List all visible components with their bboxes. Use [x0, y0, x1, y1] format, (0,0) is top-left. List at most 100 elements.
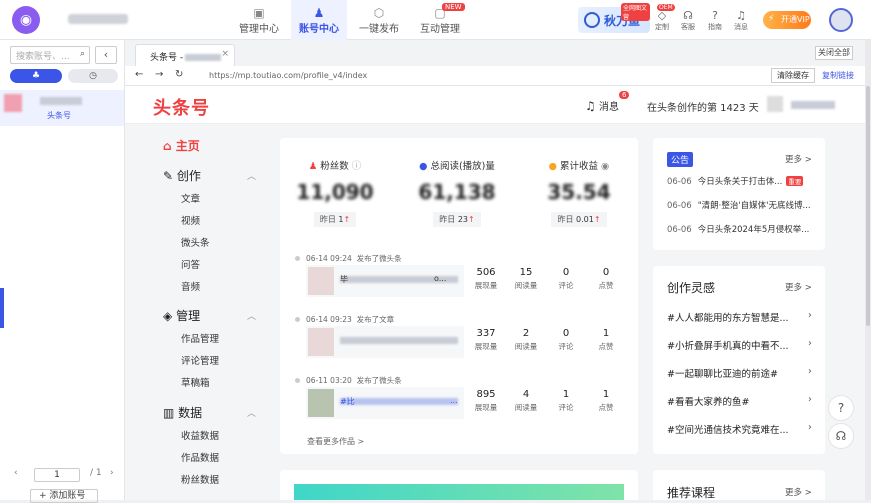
add-account-button[interactable]: + 添加账号 [30, 489, 98, 503]
feed-thumbnail [308, 267, 334, 295]
feed-content[interactable]: #比... [306, 387, 464, 419]
history-tab[interactable]: ◷ [68, 69, 118, 83]
next-page-icon[interactable]: › [110, 468, 114, 478]
inspiration-item[interactable]: #一起聊聊比亚迪的前途# › [667, 366, 817, 380]
more-works-link[interactable]: 查看更多作品 > [307, 436, 364, 447]
menu-item-fans-data[interactable]: 粉丝数据 [181, 472, 219, 486]
refresh-icon[interactable]: ↻ [175, 69, 183, 80]
account-search-input[interactable]: 搜索账号、... ⌕ [10, 46, 90, 64]
notice-item[interactable]: 06-06 今日头条关于打击体... 重要 [667, 175, 804, 187]
message-button[interactable]: ♫ 消息 [731, 10, 751, 32]
custom-button[interactable]: ◇ 定制 [652, 10, 672, 32]
scrollbar-thumb[interactable] [866, 86, 870, 326]
vip-button[interactable]: ⚡ 开通VIP [763, 11, 811, 29]
forward-icon[interactable]: → [155, 69, 163, 80]
feed-item[interactable]: 06-14 09:23 发布了文章 337 展现量 2 阅读量 0 评论 1 点赞 [295, 314, 628, 370]
tab-toutiao[interactable]: 头条号 - × [135, 44, 235, 66]
menu-item-weitoutiao[interactable]: 微头条 [181, 235, 210, 249]
promo-banner[interactable] [294, 484, 624, 500]
menu-section-create[interactable]: ✎ 创作 ︿ [163, 167, 256, 184]
top-bar: ◉ ▣ 管理中心 ♟ 账号中心 ⬡ 一键发布 ▢ 互动管理 NEW 秋刀鱼 全网图文营 … [0, 0, 871, 40]
menu-item-works-data[interactable]: 作品数据 [181, 450, 219, 464]
app-name-blurred [68, 14, 128, 24]
account-item[interactable]: 头条号 [0, 90, 124, 126]
inspiration-item[interactable]: #看看大家养的鱼# › [667, 394, 817, 408]
menu-home[interactable]: ⌂ 主页 [163, 137, 200, 154]
help-float-button[interactable]: ? [828, 395, 854, 421]
toutiao-message[interactable]: ♫ 消息 6 [585, 91, 630, 113]
courses-more-link[interactable]: 更多 > [785, 486, 812, 498]
nav-manage-center[interactable]: ▣ 管理中心 [230, 0, 288, 40]
notice-more-link[interactable]: 更多 > [785, 153, 812, 165]
feed-title-tail: ... [450, 396, 458, 405]
toutiao-page: 头条号 ♫ 消息 6 在头条创作的第 1423 天 ⌂ 主页 ✎ 创作 ︿ 文章 视… [125, 86, 865, 500]
inspiration-item[interactable]: #空间光通信技术究竟难在... › [667, 422, 817, 436]
chevron-up-icon: ︿ [247, 172, 257, 182]
menu-item-article[interactable]: 文章 [181, 191, 200, 205]
metric-likes: 1 点赞 [598, 328, 614, 351]
service-button[interactable]: ☊ 客服 [678, 10, 698, 32]
metric-comments: 1 评论 [558, 389, 574, 412]
coin-icon: ● [548, 161, 557, 172]
clear-cache-button[interactable]: 清除缓存 [771, 68, 815, 83]
feed-item[interactable]: 06-11 03:20 发布了微头条 #比... 895 展现量 4 阅读量 1 评论… [295, 375, 628, 431]
toutiao-logo[interactable]: 头条号 [153, 94, 210, 120]
page-total: / 1 [90, 468, 102, 478]
metric-comments: 0 评论 [558, 328, 574, 351]
metric-views: 895 展现量 [474, 389, 498, 412]
back-icon[interactable]: ← [135, 69, 143, 80]
guide-button[interactable]: ? 指南 [705, 10, 725, 32]
feed-content[interactable] [306, 326, 464, 358]
publish-icon: ⬡ [373, 6, 385, 20]
prev-page-icon[interactable]: ‹ [14, 468, 18, 478]
search-icon[interactable]: ⌕ [80, 49, 85, 59]
account-group-tab[interactable]: ♣ [10, 69, 62, 83]
info-icon: ⓘ [351, 161, 362, 172]
feed-item[interactable]: 06-14 09:24 发布了微头条 毕 o... 506 展现量 15 阅读量 0评… [295, 253, 628, 309]
stat-reads[interactable]: ● 总阅读(播放)量 61,138 昨日 23↑ [402, 158, 512, 227]
toutiao-avatar[interactable] [767, 96, 783, 112]
page-input[interactable]: 1 [34, 468, 80, 482]
feed-content[interactable]: 毕 o... [306, 265, 464, 297]
reads-count: 61,138 [418, 180, 496, 204]
qiuyu-button[interactable]: 秋刀鱼 全网图文营 [578, 3, 650, 33]
eye-toggle-icon[interactable]: ◉ [601, 161, 609, 172]
menu-item-video[interactable]: 视频 [181, 213, 200, 227]
courses-card: 推荐课程 更多 > [653, 470, 825, 500]
menu-section-data[interactable]: ▥ 数据 ︿ [163, 404, 256, 421]
page-scrollbar[interactable] [865, 40, 871, 500]
menu-item-works[interactable]: 作品管理 [181, 331, 219, 345]
inspiration-item[interactable]: #人人都能用的东方智慧是... › [667, 310, 817, 324]
menu-item-drafts[interactable]: 草稿箱 [181, 375, 210, 389]
inspiration-title: 创作灵感 [667, 281, 716, 295]
menu-item-audio[interactable]: 音频 [181, 279, 200, 293]
menu-item-qa[interactable]: 问答 [181, 257, 200, 271]
notice-item[interactable]: 06-06 "清朗·整治'自媒体'无底线博... [667, 199, 811, 211]
stat-revenue[interactable]: ● 累计收益 ◉ 35.54 昨日 0.01↑ [524, 158, 634, 227]
menu-item-revenue-data[interactable]: 收益数据 [181, 428, 219, 442]
app-logo[interactable]: ◉ [12, 6, 40, 34]
important-tag: 重要 [786, 176, 804, 186]
account-name-blurred [40, 97, 82, 105]
close-tab-icon[interactable]: × [221, 49, 229, 59]
menu-section-manage[interactable]: ◈ 管理 ︿ [163, 307, 256, 324]
support-float-button[interactable]: ☊ [828, 423, 854, 449]
nav-account-center[interactable]: ♟ 账号中心 [291, 0, 347, 40]
close-all-button[interactable]: 关闭全部 [815, 46, 853, 60]
feed-title: #比 [340, 397, 355, 406]
inspiration-item[interactable]: #小折叠屏手机真的中看不... › [667, 338, 817, 352]
overview-card: ♟ 粉丝数 ⓘ 11,090 昨日 1↑ ● 总阅读(播放)量 61,138 昨… [280, 138, 638, 454]
feed-time: 06-14 09:23 发布了文章 [306, 315, 395, 324]
toutiao-username-blurred [791, 101, 835, 109]
inspiration-more-link[interactable]: 更多 > [785, 281, 812, 293]
menu-item-comments[interactable]: 评论管理 [181, 353, 219, 367]
notice-item[interactable]: 06-06 今日头条2024年5月侵权举... [667, 223, 809, 235]
metric-comments: 0 评论 [558, 267, 574, 290]
nav-one-click-publish[interactable]: ⬡ 一键发布 [350, 0, 408, 40]
collapse-panel-button[interactable]: ‹ [95, 46, 117, 64]
stat-fans[interactable]: ♟ 粉丝数 ⓘ 11,090 昨日 1↑ [280, 158, 390, 227]
user-avatar[interactable] [829, 8, 853, 32]
copy-link-button[interactable]: 复制链接 [822, 70, 854, 81]
home-icon: ⌂ [163, 139, 172, 153]
url-text[interactable]: https://mp.toutiao.com/profile_v4/index [209, 71, 367, 80]
